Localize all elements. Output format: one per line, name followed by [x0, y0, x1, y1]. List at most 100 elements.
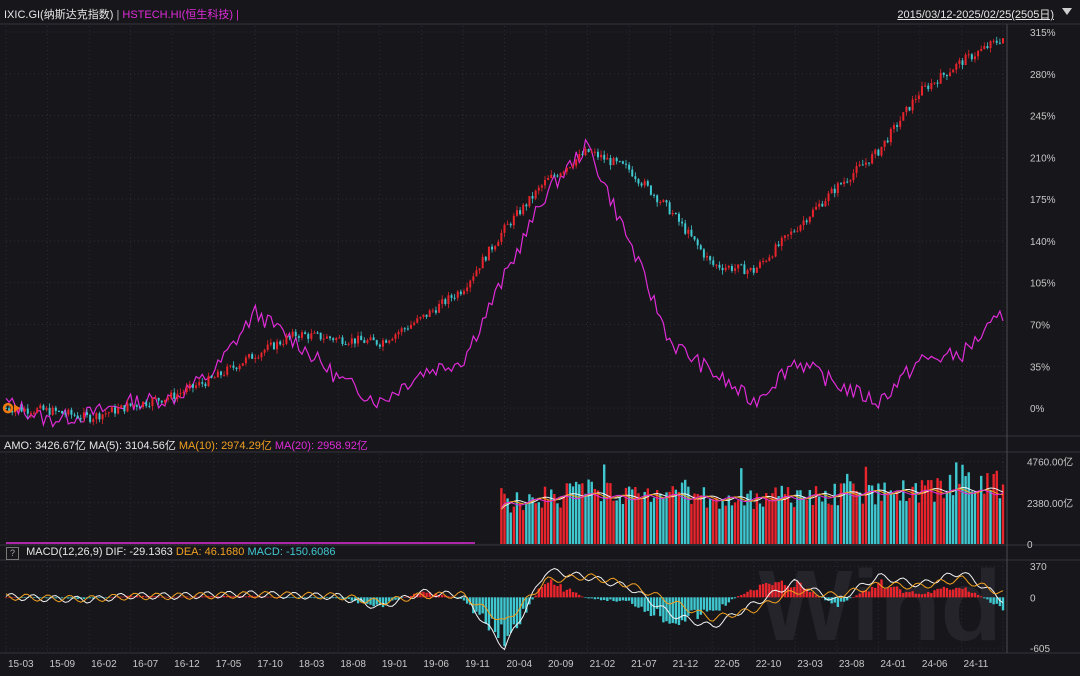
amount-bar	[665, 492, 668, 544]
ixic-candle	[771, 256, 774, 258]
amount-bar	[777, 496, 780, 544]
ixic-candle	[914, 99, 917, 101]
ixic-candle	[977, 51, 980, 57]
series-label-hstech[interactable]: HSTECH.HI(恒生科技)	[122, 9, 233, 21]
macd-bar	[375, 597, 378, 605]
dea-value: DEA: 46.1680	[175, 546, 245, 558]
ixic-candle	[740, 264, 743, 266]
amount-bar	[515, 492, 519, 544]
macd-bar	[288, 597, 291, 598]
date-range-selector[interactable]: 2015/03/12-2025/02/25(2505日)	[897, 6, 1054, 22]
series-label-ixic[interactable]: IXIC.GI(纳斯达克指数)	[4, 9, 113, 21]
macd-bar	[852, 596, 855, 598]
ixic-candle	[715, 264, 718, 266]
ixic-candle	[830, 188, 833, 194]
ixic-candle	[640, 183, 643, 186]
macd-bar	[970, 592, 974, 598]
macd-bar	[920, 594, 924, 598]
macd-bar	[631, 597, 634, 604]
amount-bar	[964, 476, 967, 544]
macd-bar	[624, 597, 628, 601]
amount-bar	[758, 503, 762, 544]
ixic-candle	[930, 83, 933, 90]
y-tick-label: 105%	[1030, 279, 1056, 290]
ixic-candle	[603, 154, 606, 160]
ixic-candle	[216, 371, 219, 378]
ixic-candle	[730, 266, 733, 271]
ixic-candle	[995, 40, 998, 43]
amount-bar	[920, 480, 924, 544]
amount-bar	[649, 501, 653, 544]
macd-bar	[693, 597, 696, 610]
ixic-candle	[706, 256, 709, 258]
amount-bar	[874, 504, 877, 544]
amount-bar	[680, 482, 684, 544]
ixic-candle	[528, 196, 531, 207]
ixic-candle	[534, 190, 537, 199]
amount-bar	[824, 490, 827, 544]
ixic-candle	[799, 225, 802, 231]
ixic-candle	[210, 375, 213, 378]
amount-bar	[634, 486, 637, 544]
ixic-candle	[416, 318, 419, 323]
ixic-candle	[51, 407, 54, 415]
amount-bar	[733, 502, 737, 544]
ixic-candle	[238, 365, 241, 370]
ixic-candle	[385, 340, 388, 343]
macd-bar	[403, 597, 406, 598]
amount-bar	[568, 483, 572, 544]
help-icon[interactable]: ?	[6, 547, 19, 560]
ixic-candle	[656, 195, 659, 203]
ixic-candle	[970, 54, 973, 60]
ixic-candle	[724, 267, 727, 271]
macd-bar	[347, 597, 350, 599]
ixic-candle	[998, 42, 1001, 44]
macd-bar	[911, 591, 914, 598]
amount-bar	[705, 507, 709, 544]
ixic-candle	[681, 221, 684, 224]
ixic-candle	[235, 367, 238, 370]
ixic-candle	[696, 239, 699, 246]
y-tick-label: -605	[1030, 644, 1050, 655]
ixic-candle	[677, 213, 680, 222]
ixic-candle	[575, 159, 578, 166]
amount-bar	[603, 464, 606, 544]
chevron-down-icon[interactable]	[1062, 8, 1072, 15]
macd-bar	[933, 590, 936, 598]
x-tick-label: 16-12	[174, 659, 200, 670]
amount-bar	[596, 490, 600, 544]
ixic-candle	[276, 341, 279, 350]
ixic-candle	[316, 332, 319, 334]
macd-bar	[643, 597, 646, 612]
amount-bar	[593, 488, 597, 544]
ixic-candle	[727, 266, 730, 268]
macd-bar	[687, 597, 690, 616]
macd-bar	[705, 597, 709, 612]
macd-bar	[889, 587, 893, 598]
ixic-candle	[163, 399, 166, 403]
ixic-candle	[491, 246, 494, 250]
amount-bar	[895, 492, 899, 544]
x-tick-label: 21-12	[673, 659, 699, 670]
ixic-candle	[790, 231, 793, 235]
amount-bar	[836, 505, 840, 544]
ixic-candle	[397, 332, 400, 335]
amount-bar	[702, 487, 706, 544]
ixic-candle	[983, 46, 986, 49]
ixic-candle	[114, 407, 117, 414]
amount-bar	[846, 473, 849, 544]
ixic-candle	[453, 297, 456, 299]
amount-bar	[615, 500, 618, 544]
macd-value: MACD: -150.6086	[247, 546, 336, 558]
start-marker-icon	[2, 402, 14, 414]
ixic-candle	[503, 224, 506, 233]
macd-bar	[659, 597, 662, 617]
amount-bar	[559, 507, 562, 544]
ixic-candle	[251, 354, 254, 359]
ixic-candle	[403, 328, 406, 330]
ixic-candle	[877, 149, 880, 156]
ixic-candle	[272, 342, 275, 350]
macd-bar	[718, 597, 721, 611]
ixic-candle	[475, 270, 478, 277]
ixic-candle	[924, 85, 927, 87]
